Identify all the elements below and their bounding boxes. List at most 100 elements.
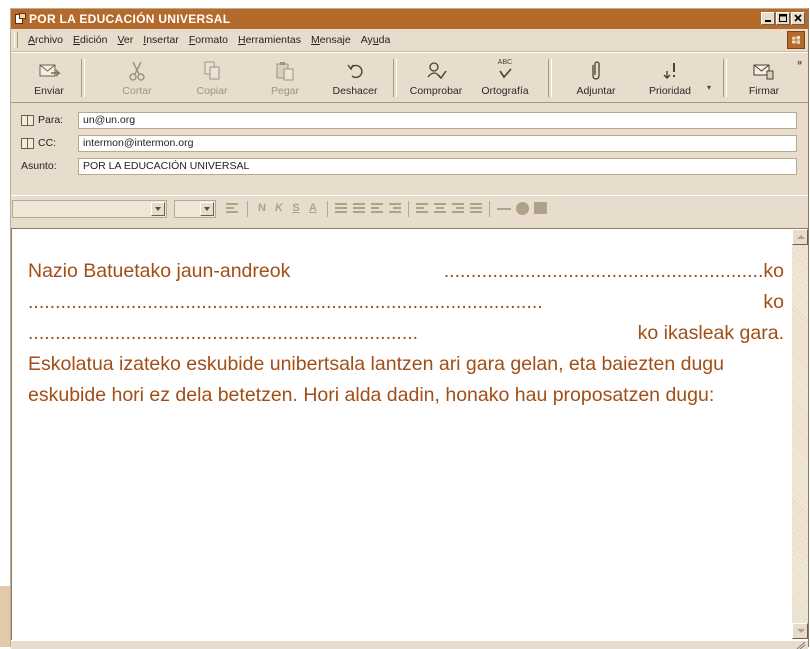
toolbar-separator [548, 59, 552, 97]
cut-button[interactable]: Cortar [117, 55, 157, 101]
hyperlink-icon[interactable] [516, 202, 529, 215]
vertical-scrollbar[interactable] [792, 229, 808, 639]
subject-label: Asunto: [21, 160, 57, 172]
send-button[interactable]: Enviar [27, 55, 71, 101]
window-title: POR LA EDUCACIÓN UNIVERSAL [29, 12, 231, 26]
increase-indent-icon[interactable] [389, 203, 401, 215]
copy-icon [200, 59, 224, 83]
background-strip [0, 586, 10, 647]
check-names-icon [424, 59, 448, 83]
numbered-list-icon[interactable] [335, 203, 347, 215]
message-body[interactable]: Nazio Batuetako jaun-andreok............… [11, 228, 808, 640]
cc-field[interactable]: intermon@intermon.org [78, 135, 797, 152]
copy-button[interactable]: Copiar [191, 55, 233, 101]
format-separator [408, 201, 409, 217]
cc-label-group[interactable]: CC: [21, 137, 56, 149]
title-bar[interactable]: POR LA EDUCACIÓN UNIVERSAL [11, 9, 808, 29]
minimize-button[interactable] [761, 12, 775, 25]
body-line: Nazio Batuetako jaun-andreok............… [28, 260, 784, 282]
chevron-down-icon[interactable] [151, 202, 165, 216]
font-color-icon[interactable]: A [307, 202, 319, 216]
to-field[interactable]: un@un.org [78, 112, 797, 129]
bulleted-list-icon[interactable] [353, 203, 365, 215]
scissors-icon [125, 59, 149, 83]
cut-label: Cortar [122, 85, 152, 97]
priority-dropdown-arrow-icon[interactable]: ▾ [707, 83, 711, 92]
menu-grip[interactable] [14, 32, 18, 48]
format-separator [489, 201, 490, 217]
justify-icon[interactable] [470, 203, 482, 215]
decrease-indent-icon[interactable] [371, 203, 383, 215]
cc-label: CC: [38, 137, 57, 149]
new-message-icon [14, 13, 26, 25]
align-right-icon[interactable] [452, 203, 464, 215]
close-icon [794, 14, 802, 22]
chevron-down-icon[interactable] [200, 202, 214, 216]
bold-icon[interactable]: N [256, 202, 268, 216]
underline-icon[interactable]: S [290, 202, 302, 216]
subject-field[interactable]: POR LA EDUCACIÓN UNIVERSAL [78, 158, 797, 175]
font-size-select[interactable] [174, 200, 216, 218]
toolbar: Enviar Cortar Copiar Pegar Deshacer Comp… [11, 52, 808, 103]
paragraph-style-icon[interactable] [226, 203, 238, 215]
send-label: Enviar [34, 85, 64, 97]
address-book-icon [21, 114, 34, 126]
compose-window: POR LA EDUCACIÓN UNIVERSAL Archivo Edici… [10, 8, 809, 649]
body-line: ........................................… [28, 291, 784, 313]
paste-button[interactable]: Pegar [264, 55, 306, 101]
toolbar-separator [723, 59, 727, 97]
menu-ver[interactable]: Ver [112, 34, 138, 46]
paperclip-icon [584, 59, 608, 83]
to-label-group[interactable]: Para: [21, 114, 63, 126]
menu-edicion[interactable]: Edición [68, 34, 112, 46]
attach-label: Adjuntar [576, 85, 616, 97]
attach-button[interactable]: Adjuntar [569, 55, 623, 101]
paste-icon [273, 59, 297, 83]
priority-icon [658, 59, 682, 83]
format-separator [327, 201, 328, 217]
copy-label: Copiar [196, 85, 228, 97]
windows-logo-icon [787, 31, 805, 49]
format-separator [247, 201, 248, 217]
menu-insertar[interactable]: Insertar [138, 34, 184, 46]
message-header: Para: un@un.org CC: intermon@intermon.or… [11, 103, 808, 195]
sign-button[interactable]: Firmar [741, 55, 787, 101]
spelling-label: Ortografía [481, 85, 529, 97]
address-book-icon [21, 137, 34, 149]
align-left-icon[interactable] [416, 203, 428, 215]
menu-ayuda[interactable]: Ayuda [356, 34, 396, 46]
menu-formato[interactable]: Formato [184, 34, 233, 46]
paste-label: Pegar [270, 85, 300, 97]
menu-archivo[interactable]: Archivo [23, 34, 68, 46]
align-center-icon[interactable] [434, 203, 446, 215]
menu-herramientas[interactable]: Herramientas [233, 34, 306, 46]
sign-icon [752, 59, 776, 83]
maximize-button[interactable] [776, 12, 790, 25]
toolbar-more-icon[interactable]: » [797, 57, 802, 67]
font-name-select[interactable] [12, 200, 167, 218]
spelling-button[interactable]: ABC Ortografía [477, 55, 533, 101]
italic-icon[interactable]: K [273, 202, 285, 216]
status-bar [11, 640, 808, 649]
window-controls [760, 12, 805, 25]
undo-icon [343, 59, 367, 83]
close-button[interactable] [791, 12, 805, 25]
toolbar-separator [81, 59, 85, 97]
check-names-button[interactable]: Comprobar [405, 55, 467, 101]
priority-button[interactable]: Prioridad [641, 55, 699, 101]
scroll-down-button[interactable] [792, 623, 808, 639]
undo-label: Deshacer [332, 85, 378, 97]
to-label: Para: [38, 114, 64, 126]
priority-label: Prioridad [648, 85, 692, 97]
resize-grip-icon[interactable] [796, 641, 806, 649]
undo-button[interactable]: Deshacer [329, 55, 381, 101]
maximize-icon [779, 14, 787, 22]
horizontal-line-icon[interactable] [497, 208, 511, 210]
insert-picture-icon[interactable] [534, 202, 547, 214]
menu-bar: Archivo Edición Ver Insertar Formato Her… [11, 29, 808, 52]
menu-mensaje[interactable]: Mensaje [306, 34, 356, 46]
check-names-label: Comprobar [409, 85, 463, 97]
scroll-up-button[interactable] [792, 229, 808, 245]
body-line: ........................................… [28, 322, 784, 344]
minimize-icon [765, 20, 771, 22]
